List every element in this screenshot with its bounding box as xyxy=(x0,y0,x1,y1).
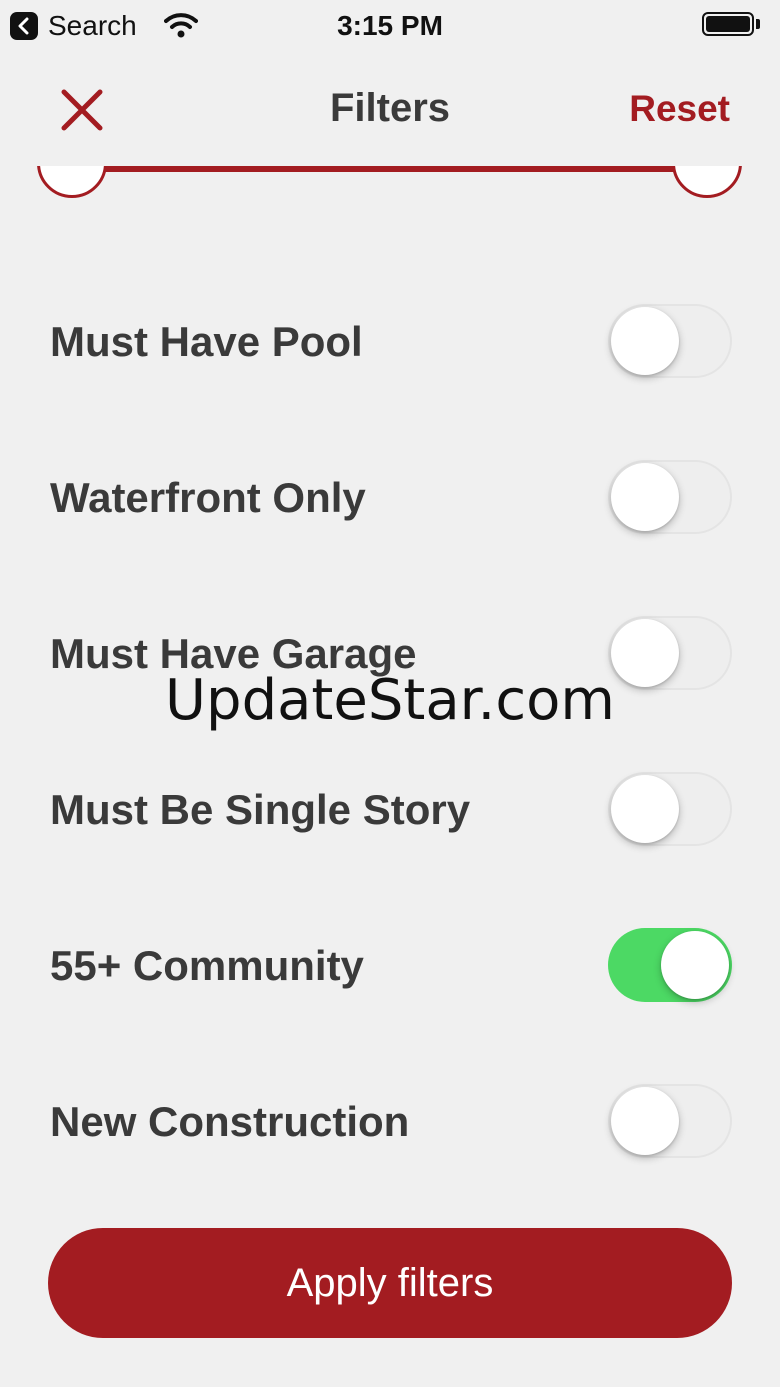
toggle-55-community[interactable] xyxy=(608,928,732,1002)
toggle-waterfront[interactable] xyxy=(608,460,732,534)
toggle-pool[interactable] xyxy=(608,304,732,378)
status-bar: Search 3:15 PM xyxy=(0,0,780,52)
range-slider-max-handle[interactable] xyxy=(672,166,742,198)
range-slider-min-handle[interactable] xyxy=(37,166,107,198)
filter-row-new-construction: New Construction xyxy=(0,1082,780,1162)
filter-label-garage: Must Have Garage xyxy=(50,630,417,677)
filter-label-single-story: Must Be Single Story xyxy=(50,786,471,833)
filter-label-55-community: 55+ Community xyxy=(50,942,364,989)
battery-icon xyxy=(702,12,754,36)
toggle-knob xyxy=(611,307,679,375)
toggle-knob xyxy=(611,1087,679,1155)
filter-label-waterfront: Waterfront Only xyxy=(50,474,366,521)
filter-row-waterfront: Waterfront Only xyxy=(0,458,780,538)
range-slider[interactable] xyxy=(0,166,780,226)
filter-row-pool: Must Have Pool xyxy=(0,302,780,382)
filter-label-pool: Must Have Pool xyxy=(50,318,363,365)
toggle-knob xyxy=(611,775,679,843)
filter-row-single-story: Must Be Single Story xyxy=(0,770,780,850)
filter-row-garage: Must Have Garage xyxy=(0,614,780,694)
toggle-knob xyxy=(611,619,679,687)
battery-tip xyxy=(756,19,760,29)
filter-label-new-construction: New Construction xyxy=(50,1098,410,1145)
nav-bar: Filters Reset xyxy=(0,60,780,160)
filter-row-55-community: 55+ Community xyxy=(0,926,780,1006)
status-time: 3:15 PM xyxy=(337,10,443,41)
range-slider-track xyxy=(70,166,710,172)
toggle-new-construction[interactable] xyxy=(608,1084,732,1158)
toggle-knob xyxy=(661,931,729,999)
toggle-single-story[interactable] xyxy=(608,772,732,846)
toggle-garage[interactable] xyxy=(608,616,732,690)
apply-filters-button[interactable]: Apply filters xyxy=(48,1228,732,1338)
reset-button[interactable]: Reset xyxy=(629,88,730,130)
toggle-knob xyxy=(611,463,679,531)
